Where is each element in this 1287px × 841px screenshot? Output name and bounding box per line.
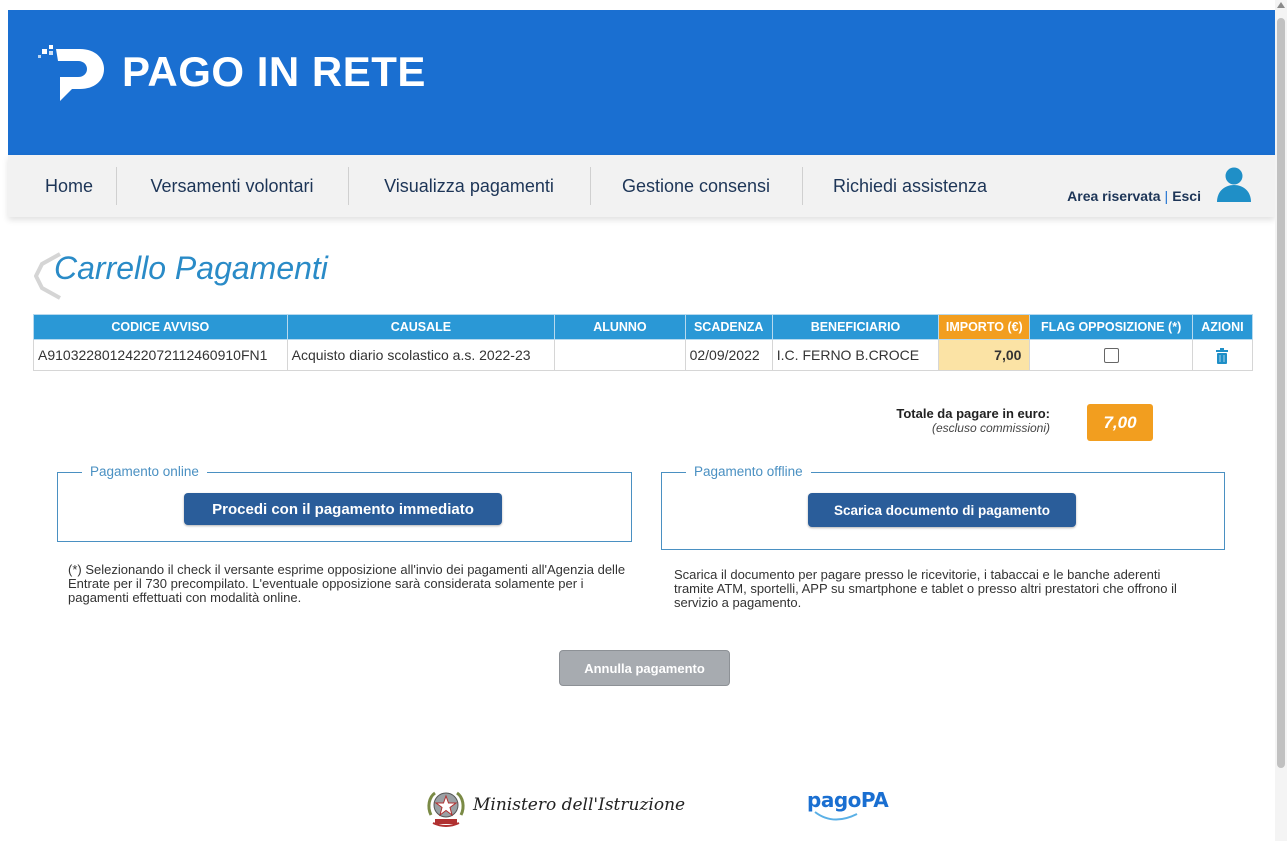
cart-table: CODICE AVVISO CAUSALE ALUNNO SCADENZA BE… bbox=[33, 314, 1254, 371]
scroll-thumb[interactable] bbox=[1277, 18, 1285, 768]
page: PAGO IN RETE Home Versamenti volontari V… bbox=[0, 0, 1287, 841]
online-note: (*) Selezionando il check il versante es… bbox=[68, 562, 626, 605]
flag-opposizione-checkbox[interactable] bbox=[1103, 348, 1119, 364]
offline-note: Scarica il documento per pagare presso l… bbox=[674, 567, 1177, 610]
cell-causale: Acquisto diario scolastico a.s. 2022-23 bbox=[286, 339, 556, 371]
col-importo: IMPORTO (€) bbox=[938, 314, 1031, 340]
main-nav: Home Versamenti volontari Visualizza pag… bbox=[8, 155, 1275, 217]
page-scrollbar[interactable] bbox=[1275, 0, 1287, 841]
pagamento-online-fieldset: Pagamento online Procedi con il pagament… bbox=[57, 464, 632, 542]
nav-versamenti-volontari[interactable]: Versamenti volontari bbox=[116, 155, 348, 217]
area-riservata-links: Area riservata | Esci bbox=[1067, 188, 1201, 204]
nav-visualizza-pagamenti[interactable]: Visualizza pagamenti bbox=[348, 155, 590, 217]
site-header: PAGO IN RETE bbox=[8, 10, 1275, 155]
annulla-pagamento-button[interactable]: Annulla pagamento bbox=[559, 650, 730, 686]
nav-home[interactable]: Home bbox=[22, 155, 116, 217]
table-row: A9103228012422072112460910FN1 Acquisto d… bbox=[33, 339, 1254, 371]
nav-richiedi-assistenza[interactable]: Richiedi assistenza bbox=[802, 155, 1018, 217]
esci-link[interactable]: Esci bbox=[1172, 188, 1201, 204]
area-riservata-link[interactable]: Area riservata bbox=[1067, 188, 1160, 204]
cell-azioni bbox=[1191, 339, 1254, 371]
col-codice-avviso: CODICE AVVISO bbox=[33, 314, 288, 340]
scarica-documento-button[interactable]: Scarica documento di pagamento bbox=[808, 493, 1076, 527]
cell-flag-opposizione bbox=[1029, 339, 1193, 371]
cell-alunno bbox=[554, 339, 686, 371]
app-title: PAGO IN RETE bbox=[122, 48, 426, 95]
col-flag-opposizione: FLAG OPPOSIZIONE (*) bbox=[1029, 314, 1193, 340]
col-scadenza: SCADENZA bbox=[684, 314, 773, 340]
repubblica-emblem-icon bbox=[427, 791, 465, 827]
pagopa-swoosh-icon bbox=[814, 811, 858, 821]
scroll-up-icon[interactable] bbox=[1277, 2, 1285, 8]
col-azioni: AZIONI bbox=[1191, 314, 1254, 340]
totale-subtext: (escluso commissioni) bbox=[931, 421, 1050, 435]
pagamento-offline-legend: Pagamento offline bbox=[686, 464, 811, 479]
totale-value-badge: 7,00 bbox=[1087, 404, 1153, 441]
alunno-redacted bbox=[559, 341, 681, 366]
area-separator: | bbox=[1164, 188, 1169, 204]
pagamento-online-legend: Pagamento online bbox=[82, 464, 207, 479]
totale-label: Totale da pagare in euro: (escluso commi… bbox=[820, 406, 1050, 435]
nav-gestione-consensi[interactable]: Gestione consensi bbox=[590, 155, 802, 217]
cell-scadenza: 02/09/2022 bbox=[684, 339, 773, 371]
pagopa-logo-text: pagoPA bbox=[807, 788, 889, 812]
cell-importo: 7,00 bbox=[938, 339, 1031, 371]
cell-beneficiario: I.C. FERNO B.CROCE bbox=[771, 339, 940, 371]
procedi-pagamento-button[interactable]: Procedi con il pagamento immediato bbox=[184, 493, 502, 525]
cell-codice-avviso: A9103228012422072112460910FN1 bbox=[33, 339, 288, 371]
col-causale: CAUSALE bbox=[286, 314, 556, 340]
col-beneficiario: BENEFICIARIO bbox=[771, 314, 940, 340]
page-title: Carrello Pagamenti bbox=[54, 250, 328, 286]
totale-text: Totale da pagare in euro: bbox=[896, 406, 1050, 421]
col-alunno: ALUNNO bbox=[554, 314, 686, 340]
trash-icon[interactable] bbox=[1216, 347, 1229, 364]
ministero-logo-text: Ministero dell'Istruzione bbox=[473, 795, 686, 815]
pagamento-offline-fieldset: Pagamento offline Scarica documento di p… bbox=[661, 464, 1225, 550]
pagopa-logo: pagoPA bbox=[807, 788, 889, 821]
pago-in-rete-logo[interactable]: PAGO IN RETE bbox=[36, 32, 426, 112]
user-avatar-icon[interactable] bbox=[1215, 165, 1253, 203]
table-header-row: CODICE AVVISO CAUSALE ALUNNO SCADENZA BE… bbox=[33, 314, 1254, 340]
p-logo-icon bbox=[38, 45, 104, 101]
